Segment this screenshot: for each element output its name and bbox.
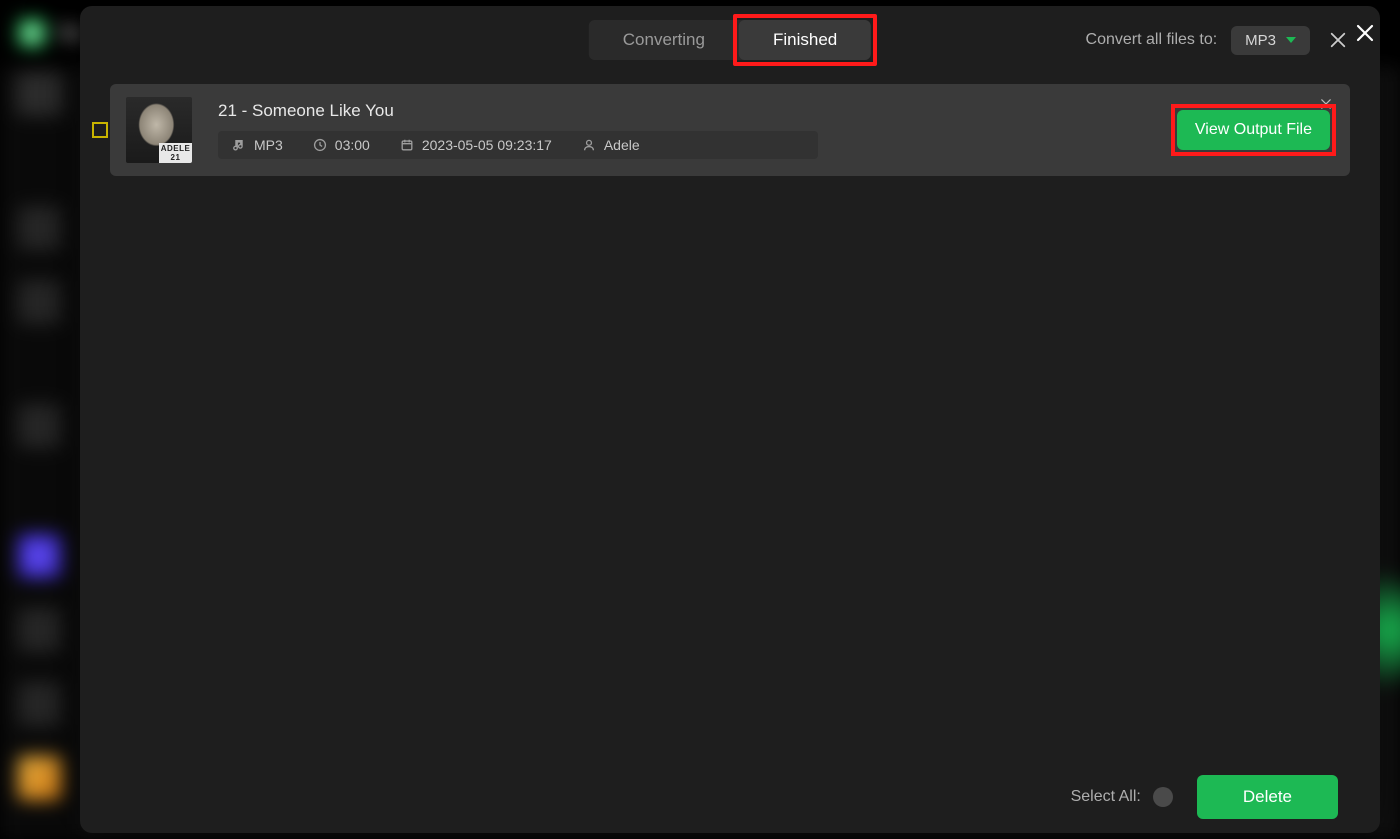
track-checkbox[interactable] [92,122,108,138]
meta-timestamp: 2023-05-05 09:23:17 [400,137,552,153]
clock-icon [313,138,327,152]
music-note-icon [232,138,246,152]
modal-header: Converting Finished Convert all files to… [80,6,1380,74]
user-icon [582,138,596,152]
track-info: 21 - Someone Like You MP3 03:00 2023-05-… [218,101,1177,159]
track-title: 21 - Someone Like You [218,101,1177,121]
chevron-down-icon [1286,37,1296,43]
modal-close-icon[interactable] [1324,26,1352,54]
format-select[interactable]: MP3 [1231,26,1310,55]
meta-duration-value: 03:00 [335,137,370,153]
delete-button[interactable]: Delete [1197,775,1338,819]
view-output-file-button[interactable]: View Output File [1177,110,1330,150]
meta-format: MP3 [232,137,283,153]
bg-sidebar [0,66,80,839]
bg-app-name: Sp [58,22,82,45]
meta-format-value: MP3 [254,137,283,153]
finished-modal: Converting Finished Convert all files to… [80,6,1380,833]
view-output-wrap: View Output File [1177,110,1330,150]
calendar-icon [400,138,414,152]
bg-sidebar-item [18,608,62,652]
outer-close-icon[interactable] [1350,18,1380,48]
track-meta-bar: MP3 03:00 2023-05-05 09:23:17 Adele [218,131,818,159]
album-art: ADELE 21 [126,97,192,163]
app-logo-icon [18,19,46,47]
format-value: MP3 [1245,32,1276,49]
modal-footer: Select All: Delete [80,761,1380,833]
album-tag: ADELE 21 [159,143,192,163]
bg-sidebar-item-selected [18,534,62,578]
select-all-label: Select All: [1071,788,1141,806]
bg-sidebar-item [18,206,62,250]
meta-timestamp-value: 2023-05-05 09:23:17 [422,137,552,153]
meta-artist-value: Adele [604,137,640,153]
tab-converting[interactable]: Converting [589,20,739,60]
tab-finished[interactable]: Finished [739,20,871,60]
convert-to-group: Convert all files to: MP3 [1086,26,1352,55]
bg-sidebar-item [18,280,62,324]
select-all-toggle[interactable] [1153,787,1173,807]
bg-sidebar-item [18,682,62,726]
convert-to-label: Convert all files to: [1086,31,1218,49]
bg-sidebar-item [18,756,62,800]
tabs: Converting Finished [589,20,871,60]
track-row: ADELE 21 21 - Someone Like You MP3 03:00 [110,84,1350,176]
meta-artist: Adele [582,137,640,153]
meta-duration: 03:00 [313,137,370,153]
bg-sidebar-item [18,404,62,448]
bg-home-button [16,72,64,116]
select-all-group: Select All: [1071,787,1173,807]
modal-body: ADELE 21 21 - Someone Like You MP3 03:00 [80,74,1380,761]
